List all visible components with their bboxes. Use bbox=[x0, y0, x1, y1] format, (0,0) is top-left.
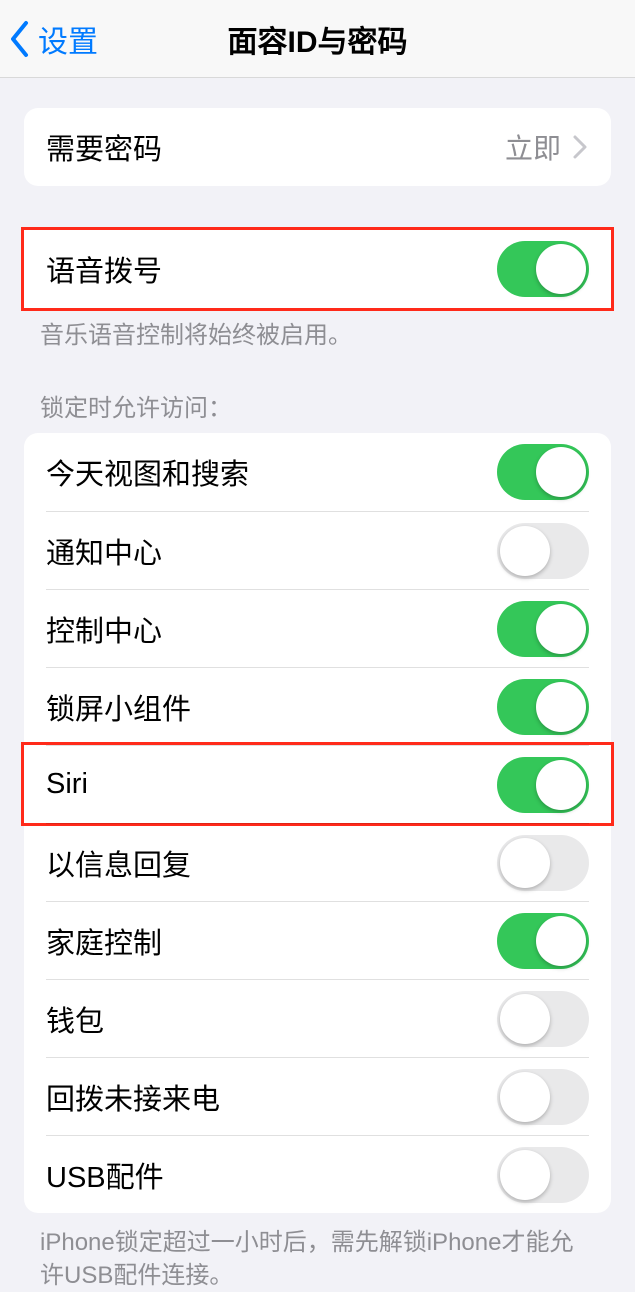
lock-item-row: 以信息回复 bbox=[24, 823, 611, 901]
lock-item-toggle[interactable] bbox=[497, 679, 589, 735]
lock-item-row: 锁屏小组件 bbox=[24, 667, 611, 745]
lock-item-toggle[interactable] bbox=[497, 757, 589, 813]
lock-access-group: 今天视图和搜索通知中心控制中心锁屏小组件 Siri 以信息回复家庭控制钱包回拨未接来… bbox=[24, 433, 611, 1213]
lock-item-row: 今天视图和搜索 bbox=[24, 433, 611, 511]
voice-dial-row: 语音拨号 bbox=[24, 230, 611, 308]
lock-item-label: Siri bbox=[46, 768, 497, 801]
voice-dial-toggle[interactable] bbox=[497, 241, 589, 297]
back-label: 设置 bbox=[38, 17, 98, 61]
voice-dial-group: 语音拨号 bbox=[24, 230, 611, 308]
chevron-left-icon bbox=[8, 20, 32, 58]
lock-item-toggle[interactable] bbox=[497, 1147, 589, 1203]
lock-item-label: 通知中心 bbox=[46, 530, 497, 572]
page-title: 面容ID与密码 bbox=[228, 17, 408, 61]
lock-item-toggle[interactable] bbox=[497, 1069, 589, 1125]
nav-bar: 设置 面容ID与密码 bbox=[0, 0, 635, 78]
lock-item-toggle[interactable] bbox=[497, 913, 589, 969]
lock-item-label: 家庭控制 bbox=[46, 920, 497, 962]
lock-item-row: 通知中心 bbox=[24, 511, 611, 589]
lock-item-row: 回拨未接来电 bbox=[24, 1057, 611, 1135]
lock-item-label: 锁屏小组件 bbox=[46, 686, 497, 728]
lock-item-label: 控制中心 bbox=[46, 608, 497, 650]
lock-item-row: USB配件 bbox=[24, 1135, 611, 1213]
lock-item-row: 控制中心 bbox=[24, 589, 611, 667]
lock-item-toggle[interactable] bbox=[497, 444, 589, 500]
lock-item-label: 以信息回复 bbox=[46, 842, 497, 884]
chevron-right-icon bbox=[571, 133, 589, 161]
lock-item-label: 钱包 bbox=[46, 998, 497, 1040]
lock-item-toggle[interactable] bbox=[497, 523, 589, 579]
lock-item-toggle[interactable] bbox=[497, 991, 589, 1047]
require-passcode-label: 需要密码 bbox=[46, 126, 505, 168]
lock-item-row: Siri bbox=[24, 745, 611, 823]
usb-footer-note: iPhone锁定超过一小时后，需先解锁iPhone才能允许USB配件连接。 bbox=[40, 1227, 595, 1292]
lock-item-label: USB配件 bbox=[46, 1154, 497, 1196]
voice-dial-note: 音乐语音控制将始终被启用。 bbox=[40, 320, 595, 352]
lock-item-label: 回拨未接来电 bbox=[46, 1076, 497, 1118]
lock-item-row: 家庭控制 bbox=[24, 901, 611, 979]
lock-item-toggle[interactable] bbox=[497, 601, 589, 657]
voice-dial-label: 语音拨号 bbox=[46, 248, 497, 290]
lock-item-toggle[interactable] bbox=[497, 835, 589, 891]
lock-access-header: 锁定时允许访问： bbox=[40, 388, 595, 423]
passcode-group: 需要密码 立即 bbox=[24, 108, 611, 186]
lock-item-label: 今天视图和搜索 bbox=[46, 451, 497, 493]
back-button[interactable]: 设置 bbox=[8, 0, 98, 77]
require-passcode-value: 立即 bbox=[505, 127, 561, 167]
lock-item-row: 钱包 bbox=[24, 979, 611, 1057]
require-passcode-row[interactable]: 需要密码 立即 bbox=[24, 108, 611, 186]
